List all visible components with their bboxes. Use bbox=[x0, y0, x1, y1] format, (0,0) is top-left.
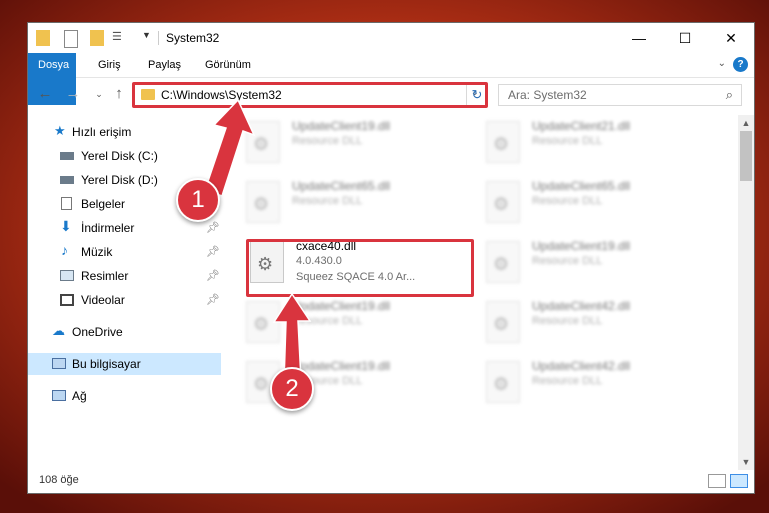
step-2-badge: 2 bbox=[270, 367, 314, 411]
arrow-to-file bbox=[272, 292, 312, 383]
step-1-badge: 1 bbox=[176, 178, 220, 222]
